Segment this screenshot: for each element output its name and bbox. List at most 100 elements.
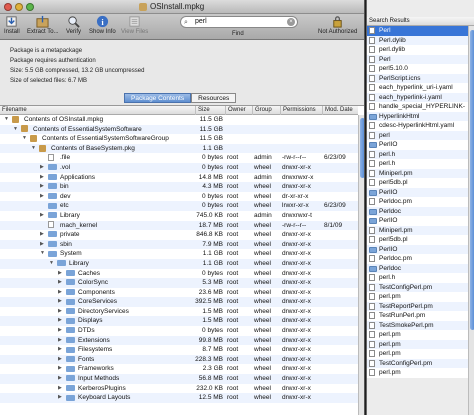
search-results-header[interactable]: Search Results bbox=[367, 17, 474, 26]
search-result-item[interactable]: Perldoc.pm bbox=[367, 254, 468, 264]
disclosure-closed-icon[interactable]: ▶ bbox=[58, 288, 62, 298]
scrollbar-thumb[interactable] bbox=[360, 118, 364, 178]
disclosure-closed-icon[interactable]: ▶ bbox=[40, 173, 44, 183]
search-result-item[interactable]: Perldoc.pm bbox=[367, 197, 468, 207]
table-row[interactable]: ▼ Contents of EssentialSystemSoftwareGrou… bbox=[0, 134, 358, 144]
disclosure-open-icon[interactable]: ▼ bbox=[49, 259, 54, 269]
search-result-item[interactable]: handle_special_HYPERLINK- bbox=[367, 102, 468, 112]
table-row[interactable]: ▶ sbin 7.9 MB root wheel drwxr-xr-x bbox=[0, 239, 358, 250]
table-row[interactable]: ▶ Displays 1.5 MB root wheel drwxr-xr-x bbox=[0, 316, 358, 327]
search-result-item[interactable]: Perl bbox=[367, 54, 468, 64]
verify-button[interactable]: Verify bbox=[66, 15, 81, 35]
search-result-item[interactable]: Perl.dylib bbox=[367, 35, 468, 45]
table-row[interactable]: mach_kernel 18.7 MB root wheel -rw-r--r-- 8/1… bbox=[0, 220, 358, 231]
table-row[interactable]: ▶ CoreServices 392.5 MB root wheel drwxr-xr-x bbox=[0, 297, 358, 307]
disclosure-closed-icon[interactable]: ▶ bbox=[58, 297, 62, 307]
extract-button[interactable]: Extract To... bbox=[27, 15, 59, 35]
table-scrollbar[interactable] bbox=[358, 115, 364, 415]
search-result-item[interactable]: perl bbox=[367, 130, 468, 140]
table-row[interactable]: ▼ Contents of BaseSystem.pkg 1.1 GB bbox=[0, 143, 358, 154]
disclosure-closed-icon[interactable]: ▶ bbox=[40, 240, 44, 250]
search-result-item[interactable]: PerlIO bbox=[367, 216, 468, 226]
table-row[interactable]: ▶ dev 0 bytes root wheel dr-xr-xr-x bbox=[0, 192, 358, 202]
table-row[interactable]: ▶ bin 4.3 MB root wheel drwxr-xr-x bbox=[0, 182, 358, 192]
column-group[interactable]: Group bbox=[252, 106, 280, 115]
search-result-item[interactable]: perl.pm bbox=[367, 368, 468, 378]
search-result-item[interactable]: perl.h bbox=[367, 149, 468, 159]
table-row[interactable]: ▶ Filesystems 8.7 MB root wheel drwxr-xr-x bbox=[0, 345, 358, 355]
table-row[interactable]: ▶ Applications 14.8 MB root admin drwxrwxr-x bbox=[0, 173, 358, 183]
search-result-item[interactable]: perl.pm bbox=[367, 292, 468, 302]
disclosure-open-icon[interactable]: ▼ bbox=[31, 144, 36, 154]
table-row[interactable]: ▶ Keyboard Layouts 12.5 MB root wheel drwxr-x… bbox=[0, 393, 358, 403]
search-result-item[interactable]: Miniperl.pm bbox=[367, 168, 468, 178]
table-row[interactable]: ▶ DTDs 0 bytes root wheel drwxr-xr-x bbox=[0, 326, 358, 336]
table-row[interactable]: ▶ Input Methods 56.8 MB root wheel drwxr-xr-x bbox=[0, 374, 358, 384]
disclosure-closed-icon[interactable]: ▶ bbox=[58, 355, 62, 365]
search-result-item[interactable]: perl5db.pl bbox=[367, 178, 468, 188]
search-result-item[interactable]: PerlScript.icns bbox=[367, 73, 468, 83]
disclosure-open-icon[interactable]: ▼ bbox=[22, 134, 27, 144]
table-row[interactable]: ▶ Extensions 99.8 MB root wheel drwxr-xr-x bbox=[0, 335, 358, 346]
column-mod-date[interactable]: Mod. Date bbox=[322, 106, 358, 115]
search-result-item[interactable]: TestSmokePerl.pm bbox=[367, 320, 468, 330]
table-row[interactable]: ▶ private 846.8 KB root wheel drwxr-xr-x bbox=[0, 230, 358, 240]
disclosure-closed-icon[interactable]: ▶ bbox=[40, 230, 44, 240]
search-result-item[interactable]: Perldoc bbox=[367, 263, 468, 273]
table-row[interactable]: ▼ Library 1.1 GB root wheel drwxr-xr-x bbox=[0, 258, 358, 269]
disclosure-closed-icon[interactable]: ▶ bbox=[58, 316, 62, 326]
table-row[interactable]: ▶ .vol 0 bytes root wheel drwxr-xr-x bbox=[0, 162, 358, 173]
search-result-item[interactable]: perl.h bbox=[367, 273, 468, 283]
search-result-item[interactable]: TestConfigPerl.pm bbox=[367, 358, 468, 368]
column-filename[interactable]: Filename bbox=[0, 106, 195, 115]
disclosure-open-icon[interactable]: ▼ bbox=[4, 115, 9, 125]
disclosure-open-icon[interactable]: ▼ bbox=[13, 125, 18, 135]
search-result-item[interactable]: each_hyperlink-i.yaml bbox=[367, 92, 468, 102]
search-result-item[interactable]: Perl bbox=[367, 26, 468, 36]
disclosure-closed-icon[interactable]: ▶ bbox=[40, 211, 44, 221]
close-window-button[interactable] bbox=[4, 3, 12, 11]
search-result-item[interactable]: perl5.10.0 bbox=[367, 64, 468, 74]
column-permissions[interactable]: Permissions bbox=[280, 106, 322, 115]
search-result-item[interactable]: perl5db.pl bbox=[367, 235, 468, 245]
search-result-item[interactable]: HyperlinkHtml bbox=[367, 111, 468, 121]
table-row[interactable]: .file 0 bytes root admin -rw-r--r-- 6/23/09 bbox=[0, 153, 358, 163]
disclosure-open-icon[interactable]: ▼ bbox=[40, 249, 45, 259]
tab-resources[interactable]: Resources bbox=[191, 93, 237, 103]
search-result-item[interactable]: perl.h bbox=[367, 159, 468, 169]
disclosure-closed-icon[interactable]: ▶ bbox=[40, 163, 44, 173]
search-result-item[interactable]: cdesc-HyperlinkHtml.yaml bbox=[367, 121, 468, 131]
authorization-button[interactable]: Not Authorized bbox=[318, 15, 357, 35]
table-row[interactable]: ▶ KerberosPlugins 232.0 KB root wheel drwxr-x… bbox=[0, 384, 358, 394]
column-size[interactable]: Size bbox=[195, 106, 225, 115]
table-row[interactable]: ▶ Components 23.6 MB root wheel drwxr-xr-x bbox=[0, 288, 358, 298]
disclosure-closed-icon[interactable]: ▶ bbox=[58, 384, 62, 394]
view-files-button[interactable]: View Files bbox=[121, 15, 148, 35]
clear-search-icon[interactable]: × bbox=[287, 18, 295, 26]
disclosure-closed-icon[interactable]: ▶ bbox=[58, 278, 62, 288]
search-result-item[interactable]: each_hyperlink_uri-i.yaml bbox=[367, 83, 468, 93]
disclosure-closed-icon[interactable]: ▶ bbox=[58, 336, 62, 346]
show-info-button[interactable]: i Show Info bbox=[89, 15, 116, 35]
search-input[interactable]: ⌕ perl × bbox=[180, 16, 298, 28]
search-result-item[interactable]: TestRunPerl.pm bbox=[367, 311, 468, 321]
search-result-item[interactable]: perl.pm bbox=[367, 349, 468, 359]
disclosure-closed-icon[interactable]: ▶ bbox=[58, 326, 62, 336]
disclosure-closed-icon[interactable]: ▶ bbox=[58, 374, 62, 384]
search-result-item[interactable]: PerlIO bbox=[367, 140, 468, 150]
disclosure-closed-icon[interactable]: ▶ bbox=[58, 364, 62, 374]
search-result-item[interactable]: PerlIO bbox=[367, 244, 468, 254]
table-row[interactable]: ▶ Library 745.0 KB root admin drwxrwxr-t bbox=[0, 211, 358, 221]
table-row[interactable]: ▶ DirectoryServices 1.5 MB root wheel drwxr-x… bbox=[0, 307, 358, 317]
zoom-window-button[interactable] bbox=[26, 3, 34, 11]
search-result-item[interactable]: perl.pm bbox=[367, 339, 468, 349]
search-result-item[interactable]: TestReportPerl.pm bbox=[367, 301, 468, 311]
table-row[interactable]: etc 0 bytes root wheel lrwxr-xr-x 6/23/09 bbox=[0, 201, 358, 211]
tab-package-contents[interactable]: Package Contents bbox=[124, 93, 192, 103]
table-row[interactable]: ▶ Frameworks 2.3 GB root wheel drwxr-xr-x bbox=[0, 364, 358, 374]
table-row[interactable]: ▶ ColorSync 5.3 MB root wheel drwxr-xr-x bbox=[0, 278, 358, 288]
search-result-item[interactable]: Perldoc bbox=[367, 206, 468, 216]
disclosure-closed-icon[interactable]: ▶ bbox=[58, 345, 62, 355]
disclosure-closed-icon[interactable]: ▶ bbox=[58, 307, 62, 317]
column-owner[interactable]: Owner bbox=[225, 106, 252, 115]
